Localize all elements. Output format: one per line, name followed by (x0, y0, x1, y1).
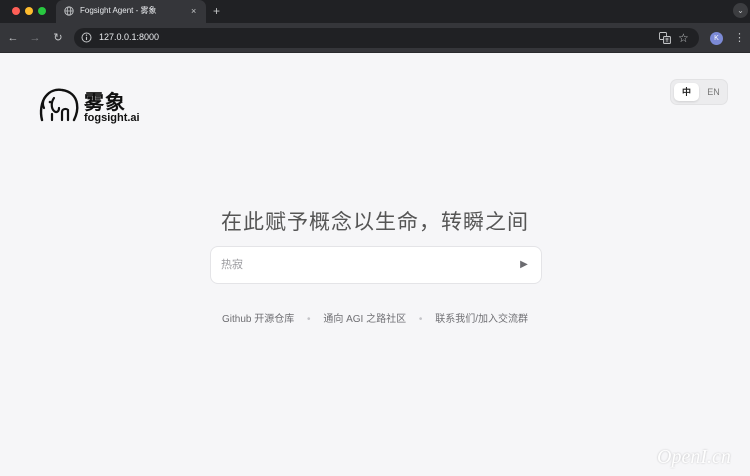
link-separator: • (418, 314, 423, 325)
browser-tab-active[interactable]: Fogsight Agent - 雾象 × (56, 0, 206, 23)
contact-us-link[interactable]: 联系我们/加入交流群 (435, 314, 528, 325)
logo-text-en: fogsight.ai (84, 112, 140, 124)
new-tab-button[interactable]: + (213, 3, 220, 19)
bookmark-star-icon[interactable]: ☆ (678, 29, 689, 47)
url-text: 127.0.0.1:8000 (99, 32, 160, 42)
browser-toolbar: ← → ↻ 127.0.0.1:8000 ☆ K ⋮ (0, 23, 750, 53)
lang-option-zh[interactable]: 中 (674, 83, 699, 101)
address-bar[interactable]: 127.0.0.1:8000 ☆ (74, 28, 699, 48)
close-window-button[interactable] (12, 7, 20, 15)
translate-icon[interactable] (659, 32, 671, 44)
agi-community-link[interactable]: 通向 AGI 之路社区 (323, 314, 406, 325)
lang-option-en[interactable]: EN (701, 83, 726, 101)
footer-links: Github 开源仓库 • 通向 AGI 之路社区 • 联系我们/加入交流群 (0, 310, 750, 325)
browser-tab-bar: Fogsight Agent - 雾象 × + ⌄ (0, 0, 750, 23)
page-content: 雾象 fogsight.ai 中 EN 在此赋予概念以生命，转瞬之间 ▶ Git… (0, 54, 750, 476)
language-switch: 中 EN (670, 79, 728, 105)
send-button[interactable]: ▶ (516, 257, 532, 273)
forward-button[interactable]: → (27, 30, 43, 46)
logo-text-cn: 雾象 (84, 92, 126, 114)
prompt-input[interactable] (221, 256, 511, 274)
tab-close-button[interactable]: × (191, 4, 196, 18)
minimize-window-button[interactable] (25, 7, 33, 15)
profile-avatar[interactable]: K (710, 32, 723, 45)
tab-search-button[interactable]: ⌄ (733, 3, 748, 18)
hero-headline: 在此赋予概念以生命，转瞬之间 (221, 211, 529, 234)
elephant-logo-icon[interactable] (38, 84, 80, 126)
reload-button[interactable]: ↻ (50, 30, 66, 46)
globe-icon (64, 6, 74, 16)
back-button[interactable]: ← (5, 30, 21, 46)
watermark-text: OpenI.cn (657, 446, 731, 468)
maximize-window-button[interactable] (38, 7, 46, 15)
prompt-box: ▶ (210, 246, 542, 284)
browser-menu-icon[interactable]: ⋮ (734, 30, 745, 46)
github-repo-link[interactable]: Github 开源仓库 (222, 314, 294, 325)
tab-title: Fogsight Agent - 雾象 (80, 6, 157, 15)
link-separator: • (307, 314, 311, 325)
site-info-icon[interactable] (81, 32, 92, 43)
